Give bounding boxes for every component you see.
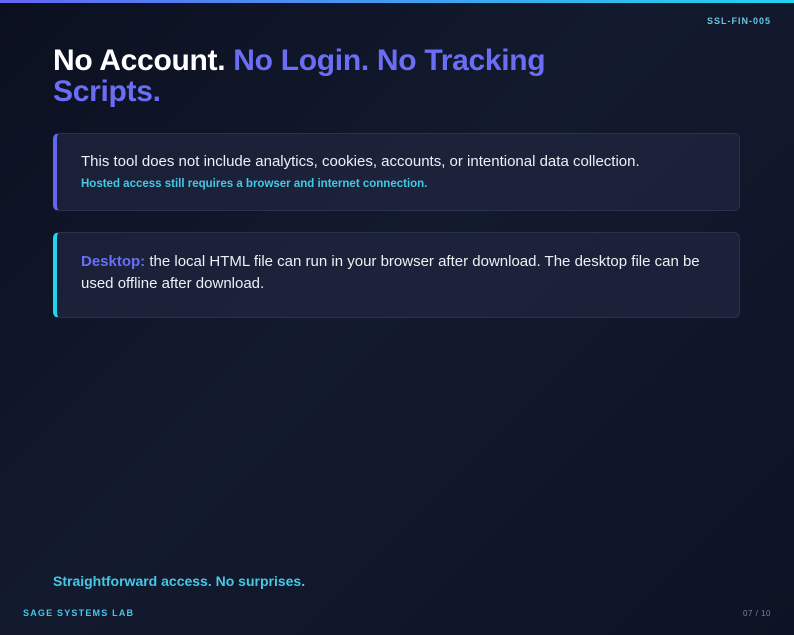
- page-number: 07 / 10: [743, 609, 771, 618]
- desktop-lead: Desktop:: [81, 253, 146, 270]
- desktop-card: Desktop: the local HTML file can run in …: [53, 232, 740, 318]
- privacy-card: This tool does not include analytics, co…: [53, 133, 740, 211]
- privacy-statement: This tool does not include analytics, co…: [81, 153, 640, 170]
- title-part-primary: No Account.: [53, 44, 226, 77]
- document-code: SSL-FIN-005: [706, 16, 771, 26]
- page-title: No Account. No Login. No Tracking Script…: [53, 45, 653, 107]
- footer-brand: SAGE SYSTEMS LAB: [23, 608, 135, 618]
- privacy-note: Hosted access still requires a browser a…: [81, 178, 428, 190]
- desktop-description: Desktop: the local HTML file can run in …: [81, 251, 715, 295]
- tagline: Straightforward access. No surprises.: [53, 573, 306, 589]
- desktop-body: the local HTML file can run in your brow…: [81, 253, 700, 292]
- top-accent-bar: [0, 0, 794, 3]
